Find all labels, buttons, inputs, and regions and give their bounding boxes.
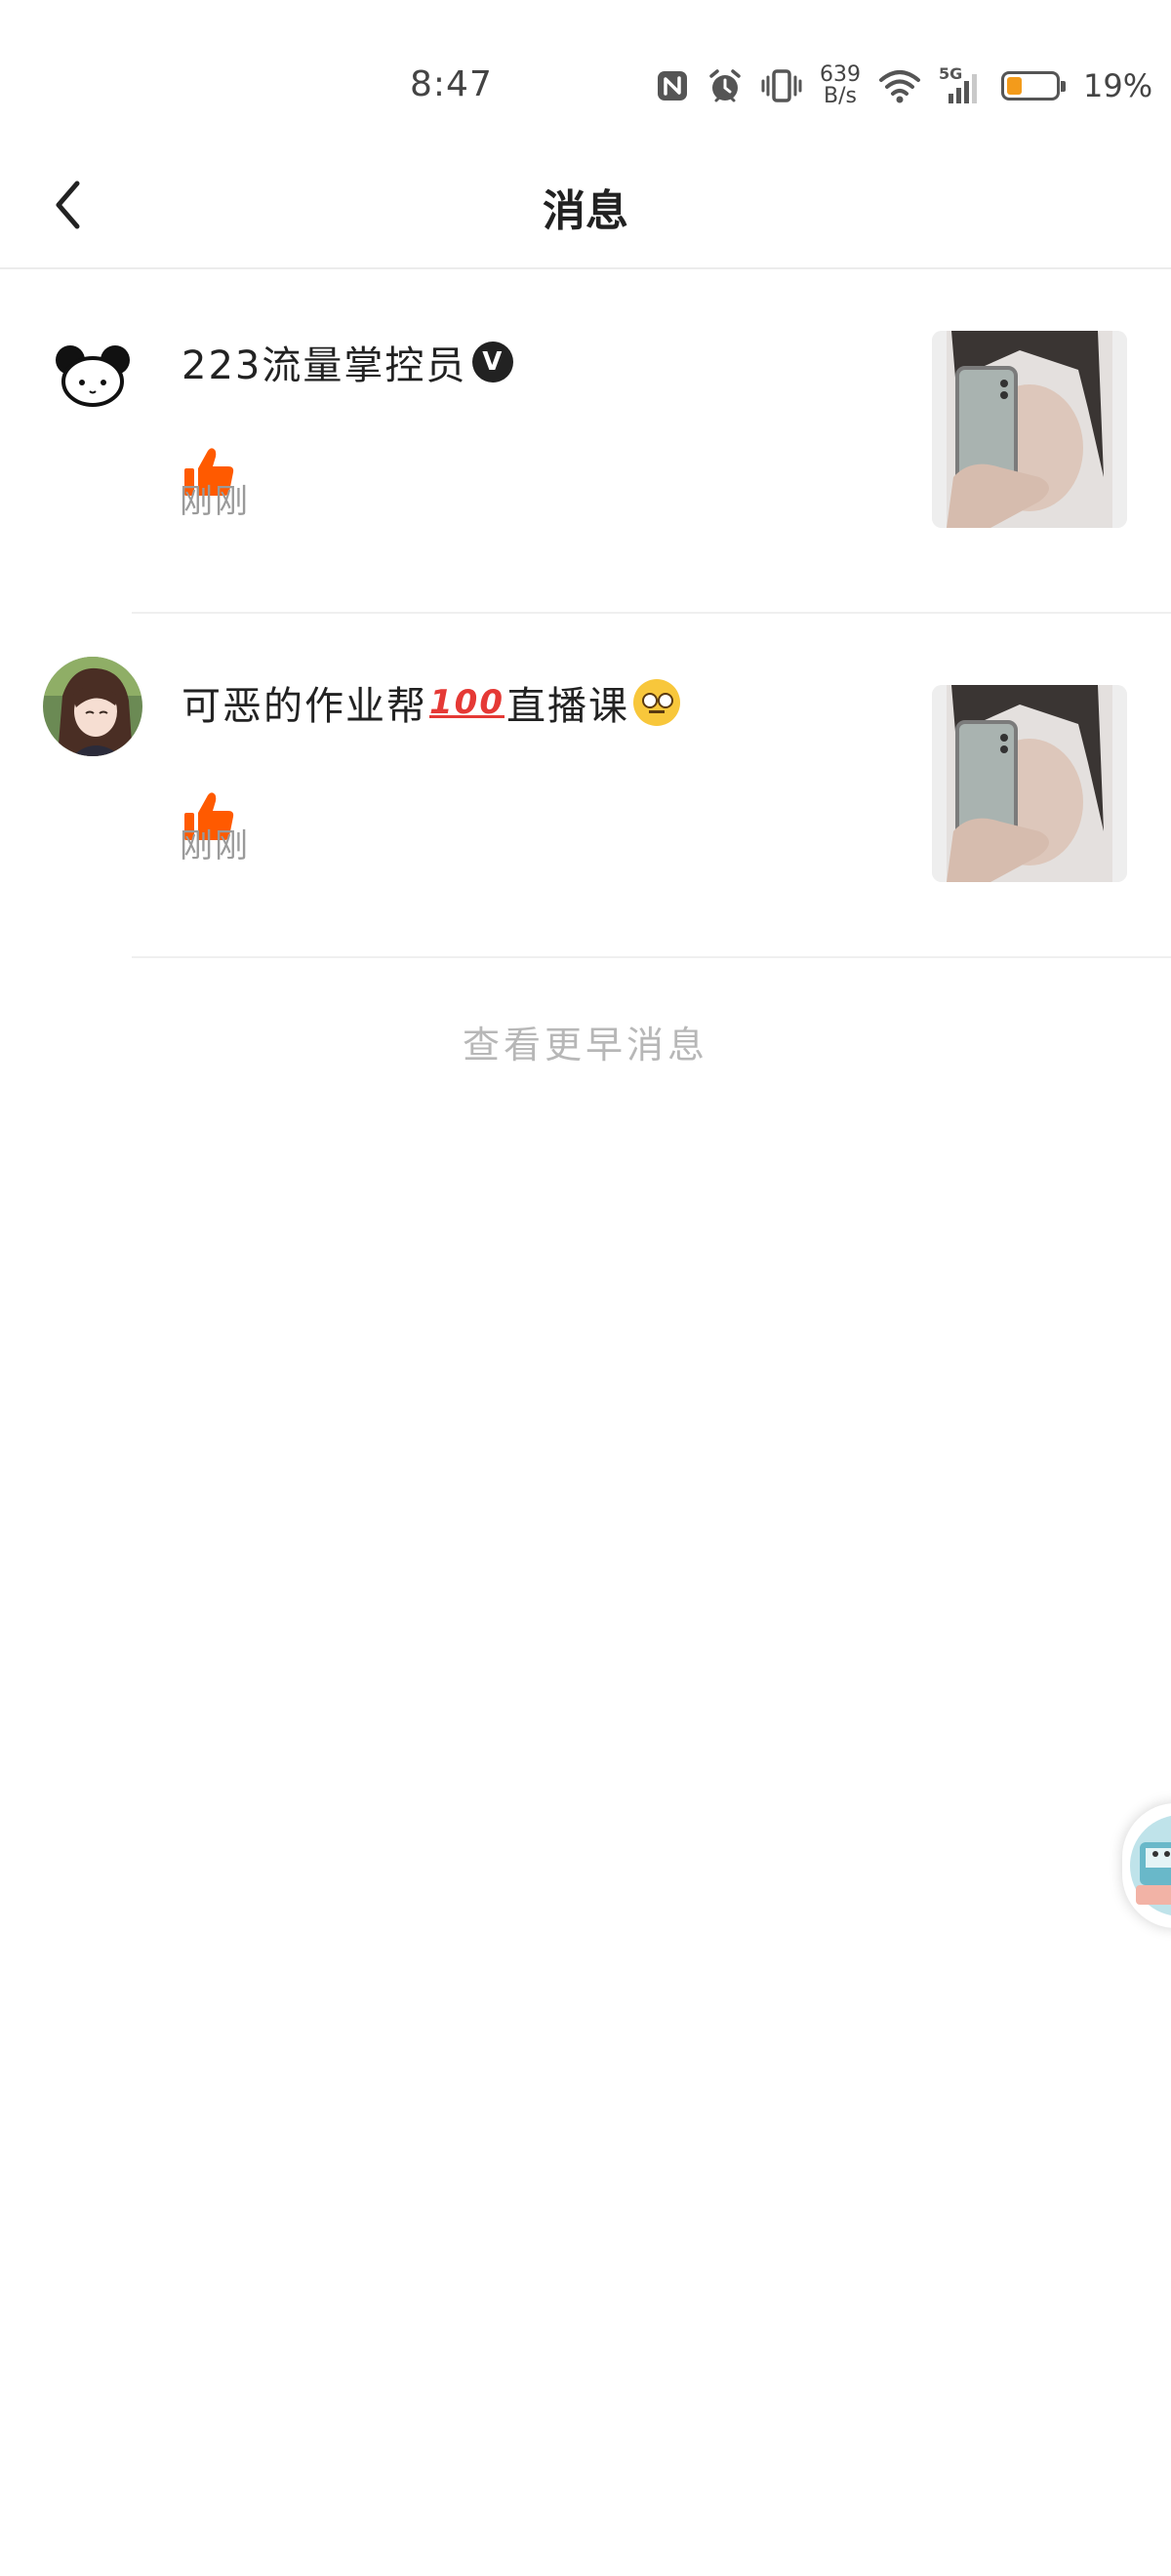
selfie-thumbnail-image (932, 685, 1127, 882)
message-item[interactable]: 可恶的作业帮 100 直播课 刚刚 (0, 614, 1171, 958)
vibrate-icon (761, 68, 802, 103)
timestamp: 刚刚 (180, 482, 250, 521)
network-speed-unit: B/s (824, 84, 857, 108)
anime-girl-avatar-icon (43, 657, 142, 756)
post-thumbnail[interactable] (932, 331, 1127, 528)
header: 消息 (0, 146, 1171, 269)
floating-cartoon-icon (1130, 1815, 1171, 1916)
status-icons: 639 B/s 5G 19% (656, 62, 1152, 109)
wifi-icon (878, 67, 921, 104)
nfc-icon (656, 69, 689, 102)
username-tail: 直播课 (505, 684, 629, 729)
signal-icon: 5G (939, 64, 984, 105)
avatar[interactable] (43, 328, 142, 427)
username[interactable]: 223流量掌控员 V (182, 334, 514, 390)
battery-icon (1001, 71, 1066, 101)
view-earlier-messages-link[interactable]: 查看更早消息 (0, 1015, 1171, 1068)
divider (132, 956, 1171, 958)
verified-badge-icon: V (472, 342, 514, 382)
eye-roll-emoji-icon (632, 679, 680, 726)
status-bar: 8:47 639 B/s 5G 19% (0, 0, 1171, 146)
message-item[interactable]: 223流量掌控员 V 刚刚 (0, 269, 1171, 614)
network-type: 5G (939, 64, 963, 83)
battery-fill (1007, 77, 1022, 95)
username-text: 223流量掌控员 (182, 343, 467, 388)
username-text: 可恶的作业帮 (182, 684, 427, 729)
page-title: 消息 (543, 186, 628, 236)
floating-widget[interactable] (1122, 1803, 1171, 1928)
alarm-icon (707, 67, 744, 104)
battery-percent: 19% (1083, 67, 1153, 104)
panda-avatar-icon (43, 328, 142, 427)
selfie-thumbnail-image (932, 331, 1127, 528)
post-thumbnail[interactable] (932, 685, 1127, 882)
network-speed: 639 B/s (820, 64, 861, 107)
timestamp: 刚刚 (180, 826, 250, 865)
network-speed-value: 639 (820, 62, 861, 87)
avatar[interactable] (43, 657, 142, 756)
hundred-points-icon: 100 (429, 683, 505, 722)
status-time: 8:47 (410, 64, 493, 104)
username[interactable]: 可恶的作业帮 100 直播课 (182, 674, 680, 731)
